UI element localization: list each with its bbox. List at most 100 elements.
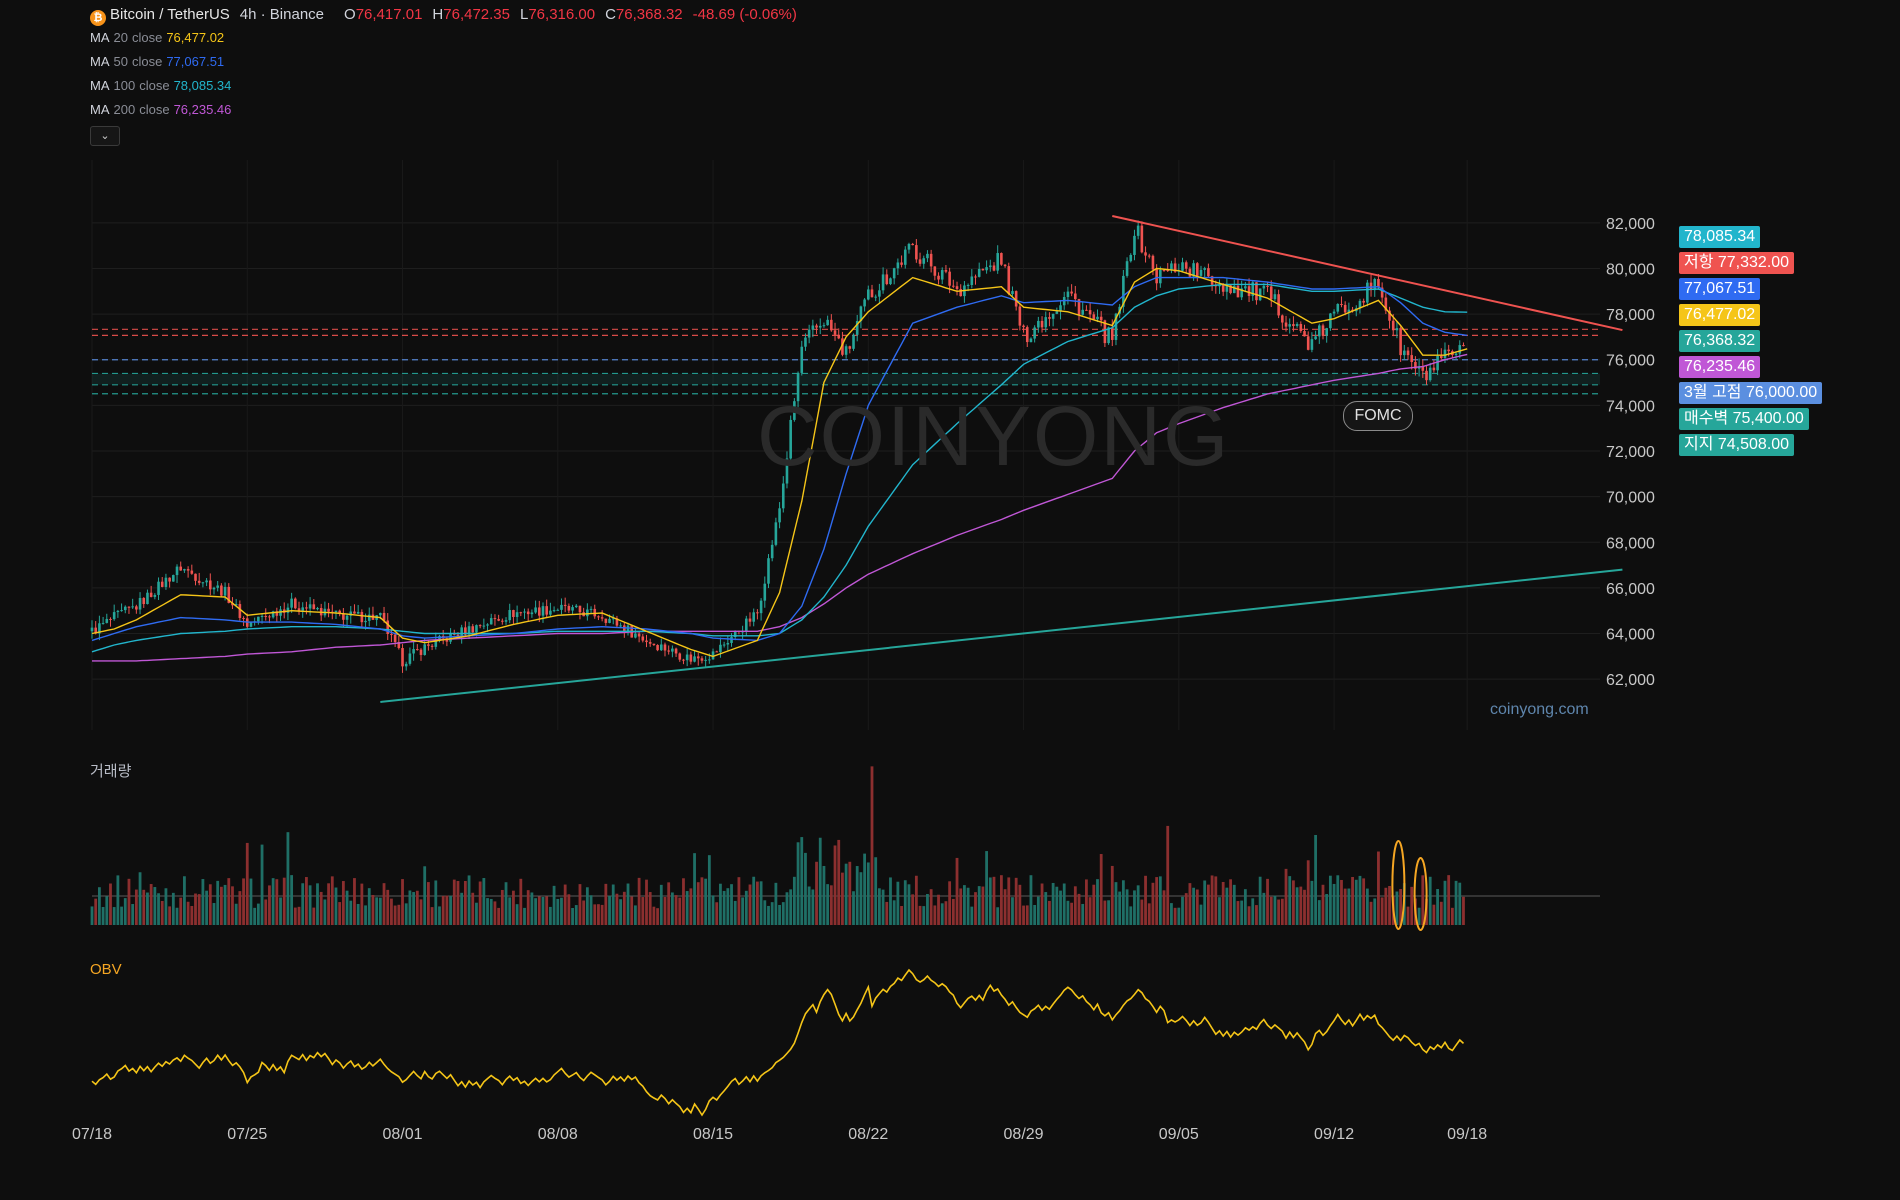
volume-bar [541,896,545,925]
volume-bar [759,881,763,925]
price-tag[interactable]: 76,477.02 [1679,304,1761,326]
candle-body [1207,268,1210,277]
candle-body [356,611,360,614]
volume-bar [1447,875,1451,925]
volume-bar [1110,865,1114,925]
volume-bar [475,902,478,925]
volume-bar [863,853,867,925]
candle-body [844,346,848,355]
price-tag[interactable]: 3월 고점 76,000.00 [1679,382,1823,404]
site-credit[interactable]: coinyong.com [1490,701,1589,719]
volume-bar [275,879,279,925]
volume-bar [645,879,648,925]
price-tag[interactable]: 저항 77,332.00 [1679,252,1795,274]
candle-body [105,618,109,623]
volume-bar [412,892,416,925]
indicator-ma100[interactable]: MA 100 close 78,085.34 [90,78,231,93]
volume-bar [1155,877,1159,925]
candle-body [305,607,308,609]
volume-bar [796,842,800,925]
candle-body [1099,316,1103,321]
candle-body [1443,349,1447,359]
candle-body [937,275,940,280]
indicator-ma200[interactable]: MA 200 close 76,235.46 [90,102,231,117]
candle-body [486,624,489,626]
candle-body [811,325,815,330]
indicator-ma20[interactable]: MA 20 close 76,477.02 [90,30,224,45]
volume-bar [815,861,818,925]
candle-body [512,610,515,618]
volume-bar [560,897,563,925]
candle-body [1081,309,1085,315]
candle-body [334,610,338,613]
candle-body [1096,316,1099,320]
symbol-name[interactable]: Bitcoin / TetherUS [110,6,230,23]
candle-body [160,581,164,587]
candle-body [1125,261,1129,276]
volume-bar [1314,834,1317,925]
volume-bar [1085,879,1088,925]
fomc-annotation: FOMC [1343,401,1413,431]
volume-bar [168,906,172,925]
candle-body [1329,313,1332,329]
candle-body [900,262,903,265]
volume-bar [778,904,781,925]
price-tag[interactable]: 76,235.46 [1679,356,1761,378]
candle-body [589,608,593,610]
candle-body [1110,327,1114,340]
volume-bar [874,857,878,925]
candle-body [878,290,881,297]
candle-body [619,625,622,627]
volume-bar [1462,896,1465,925]
volume-bar [781,902,785,925]
candle-body [146,592,149,605]
candle-body [308,604,312,609]
candle-body [674,648,678,654]
volume-bar [1092,884,1096,925]
volume-bar [94,898,98,925]
price-tag[interactable]: 78,085.34 [1679,226,1761,248]
volume-bar [981,886,985,925]
candle-body [818,325,822,328]
candle-body [852,334,855,349]
volume-bar [800,837,804,925]
candle-body [1140,225,1144,253]
candle-body [659,644,663,651]
candle-body [1236,285,1240,298]
volume-bar [290,875,294,925]
candle-body [1025,327,1029,343]
volume-bar [1136,885,1140,925]
candle-body [770,544,774,559]
candle-body [416,649,419,651]
chart-svg[interactable]: 82,000 80,000 78,000 76,000 74,000 72,000 70,0… [0,0,1900,1200]
volume-bar [748,884,752,925]
symbol-header: ₿ Bitcoin / TetherUS 4h · Binance O76,417.0… [90,6,807,26]
volume-bar [1436,889,1439,925]
candle-body [1066,291,1070,298]
candle-body [1151,255,1155,270]
y-tick-label: 76,000 [1606,353,1655,370]
volume-bar [1096,879,1099,925]
volume-bar [1450,907,1454,925]
volume-bar [848,861,852,925]
volume-bar [822,865,826,925]
chevron-down-icon[interactable]: ⌄ [90,126,120,146]
interval-exchange[interactable]: 4h · Binance [240,6,324,23]
candle-body [297,608,301,611]
candle-body [1406,350,1410,356]
candle-body [1051,313,1055,319]
price-tag[interactable]: 76,368.32 [1679,330,1761,352]
price-tag[interactable]: 지지 74,508.00 [1679,434,1795,456]
candle-body [715,651,719,653]
indicator-ma50[interactable]: MA 50 close 77,067.51 [90,54,224,69]
volume-bar [512,890,515,925]
volume-bar [944,901,948,925]
price-tag[interactable]: 매수벽 75,400.00 [1679,408,1809,430]
candle-body [549,610,552,615]
candle-body [992,265,996,271]
price-tag[interactable]: 77,067.51 [1679,278,1761,300]
volume-bar [500,889,504,925]
volume-bar [1048,900,1051,925]
volume-bar [896,881,900,925]
candle-body [1188,268,1192,277]
